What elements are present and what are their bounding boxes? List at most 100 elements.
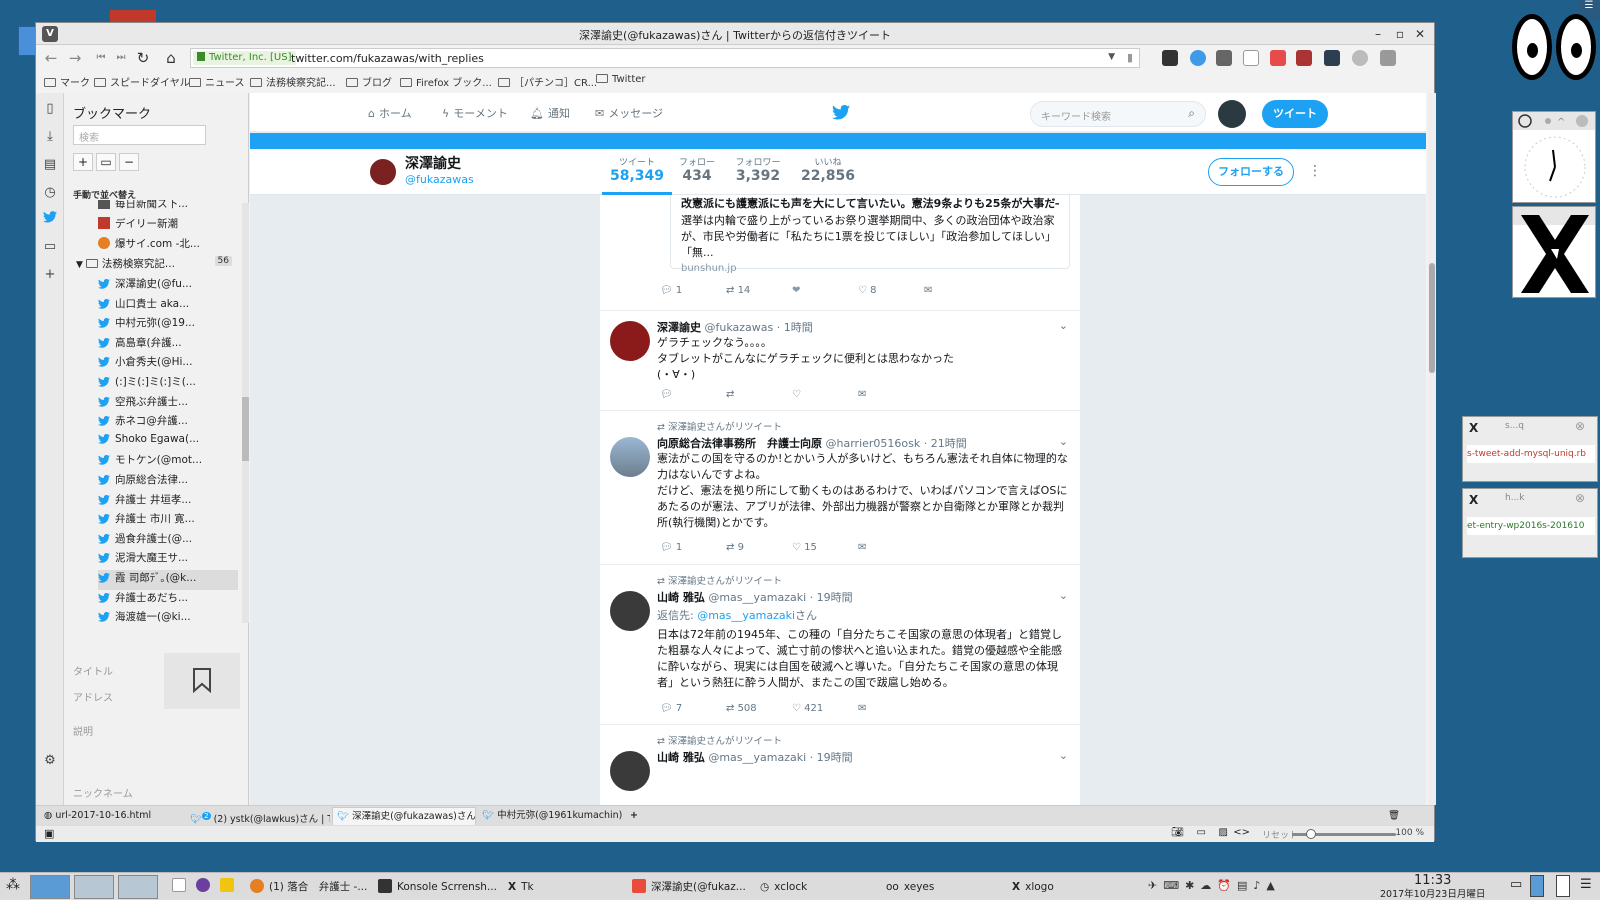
- url-text[interactable]: twitter.com/fukazawas/with_replies: [291, 52, 484, 65]
- bookmark-item[interactable]: 小倉秀夫(@Hi...: [98, 354, 192, 374]
- chevron-down-icon[interactable]: ▼: [1108, 52, 1115, 62]
- bookmark-scrollbar[interactable]: [242, 203, 249, 623]
- list-item[interactable]: 毎日新聞ス下...: [98, 200, 188, 216]
- list-item[interactable]: デイリー新潮: [98, 216, 178, 236]
- retweet-button[interactable]: ⇄ 9: [726, 542, 744, 553]
- ghostery-icon[interactable]: [1162, 50, 1178, 66]
- like-button[interactable]: ♡: [792, 389, 801, 400]
- bookmark-item[interactable]: ニュース: [189, 74, 245, 89]
- bookmark-item[interactable]: 海渡雄一(@ki...: [98, 609, 191, 629]
- reply-button[interactable]: 💬︎: [660, 389, 673, 400]
- reload-icon[interactable]: ↻: [134, 49, 152, 67]
- dm-button[interactable]: ✉: [858, 703, 866, 714]
- zoom-slider[interactable]: [1292, 829, 1396, 839]
- bookmark-item[interactable]: 弁護士あだち...: [98, 590, 188, 610]
- camera-icon[interactable]: 📷︎: [1171, 827, 1184, 838]
- bookmark-item[interactable]: 赤ネコ@弁護...: [98, 413, 188, 433]
- chevron-down-icon[interactable]: ⌄: [1059, 589, 1068, 602]
- app-icon[interactable]: [196, 878, 215, 892]
- bookmark-item[interactable]: マーク: [44, 74, 90, 89]
- forward-icon[interactable]: →: [66, 49, 84, 67]
- stat-followers[interactable]: フォロワー 3,392: [730, 155, 786, 184]
- tab-active[interactable]: 🐦︎ 深澤諭史(@fukazawas)さん |: [332, 807, 476, 825]
- bookmark-search-input[interactable]: 検索: [73, 125, 206, 145]
- show-desktop-icon[interactable]: ▭: [1510, 877, 1522, 892]
- bookmark-item[interactable]: 中村元弥(@19...: [98, 315, 195, 335]
- dm-button[interactable]: ✉: [858, 389, 866, 400]
- list-item[interactable]: 爆サイ.com -北...: [98, 236, 200, 256]
- back-icon[interactable]: ←: [42, 49, 60, 67]
- new-tab-button[interactable]: +: [626, 807, 642, 825]
- dm-button[interactable]: ✉: [858, 542, 866, 553]
- workspace-1[interactable]: [30, 875, 70, 899]
- close-icon[interactable]: ✕: [1412, 26, 1428, 42]
- history-icon[interactable]: ◷: [42, 185, 58, 201]
- retweet-button[interactable]: ⇄: [726, 389, 734, 400]
- dm-button[interactable]: ✉: [924, 285, 932, 296]
- url-bar[interactable]: Twitter, Inc. [US] twitter.com/fukazawas…: [190, 48, 1140, 68]
- menu-icon[interactable]: ☰: [1580, 877, 1592, 892]
- trash-icon[interactable]: 🗑︎: [1386, 807, 1402, 825]
- retweet-button[interactable]: ⇄ 14: [726, 285, 750, 296]
- like-button[interactable]: ♡ 15: [792, 542, 817, 553]
- bookmark-folder[interactable]: ▼ 法務検察究記... 56: [76, 256, 246, 276]
- remove-bookmark-button[interactable]: −: [119, 153, 139, 171]
- taskbar-clock[interactable]: 11:33 2017年10月23日月曜日: [1380, 873, 1485, 900]
- tweet[interactable]: ⇄ 深澤諭史さんがリツイート 向原総合法律事務所 弁護士向原 @harrier0…: [600, 411, 1080, 565]
- reader-icon[interactable]: [1216, 50, 1232, 66]
- search-icon[interactable]: ⌕: [1188, 106, 1195, 121]
- twitter-search-input[interactable]: キーワード検索 ⌕: [1030, 101, 1206, 127]
- avatar[interactable]: [610, 437, 650, 477]
- konsole-window-2[interactable]: X h...k ⊗ et-entry-wp2016s-201610: [1462, 488, 1598, 558]
- avatar[interactable]: [610, 751, 650, 791]
- app-icon[interactable]: [220, 878, 239, 892]
- page-scrollbar[interactable]: [1428, 93, 1436, 805]
- site-security-badge[interactable]: Twitter, Inc. [US]: [193, 51, 296, 65]
- notes-icon[interactable]: ▤: [42, 157, 58, 173]
- maximize-icon[interactable]: ▫: [1392, 26, 1408, 42]
- bookmark-item[interactable]: 法務検察究記...: [250, 74, 336, 89]
- avatar[interactable]: [610, 321, 650, 361]
- chevron-down-icon[interactable]: ⌄: [1059, 319, 1068, 332]
- bookmark-item[interactable]: スピードダイヤル: [94, 74, 190, 89]
- downloads-icon[interactable]: ⤓: [42, 129, 58, 145]
- bookmark-item[interactable]: 向原総合法律...: [98, 472, 188, 492]
- bookmark-item[interactable]: 弁護士 市川 寛...: [98, 511, 195, 531]
- like-button[interactable]: ♡ 8: [858, 285, 877, 296]
- bookmark-item[interactable]: ブログ: [346, 74, 392, 89]
- minimize-icon[interactable]: –: [1370, 26, 1386, 42]
- chevron-down-icon[interactable]: ⌄: [1059, 435, 1068, 448]
- konsole-window-1[interactable]: X s...q ⊗ s-tweet-add-mysql-uniq.rb: [1462, 416, 1598, 482]
- reply-button[interactable]: 💬︎ 1: [660, 542, 682, 553]
- avatar[interactable]: [610, 591, 650, 631]
- bookmark-item[interactable]: (:]ミ(:]ミ(:]ミ(...: [98, 374, 196, 394]
- file-icon[interactable]: [172, 878, 191, 892]
- desktop-folder-icon[interactable]: [110, 10, 156, 22]
- tweet[interactable]: ⇄ 深澤諭史さんがリツイート 山崎 雅弘 @mas__yamazaki · 19…: [600, 565, 1080, 725]
- nav-home[interactable]: ⌂ ホーム: [368, 105, 412, 121]
- bookmark-item[interactable]: Firefox ブック...: [400, 74, 492, 89]
- add-bookmark-button[interactable]: +: [73, 153, 93, 171]
- atom-icon[interactable]: [1352, 50, 1368, 66]
- page-icon[interactable]: ▭: [42, 239, 58, 255]
- taskbar-item[interactable]: 深澤諭史(@fukaz...: [632, 877, 746, 897]
- xlogo-window[interactable]: [1512, 206, 1596, 298]
- tweet-author[interactable]: 深澤諭史 @fukazawas · 1時間: [657, 319, 813, 335]
- extension-icon[interactable]: [1296, 50, 1312, 66]
- bookmark-item[interactable]: Shoko Egawa(...: [98, 433, 199, 453]
- twitter-bird-icon[interactable]: [832, 105, 850, 120]
- add-panel-icon[interactable]: +: [42, 267, 58, 283]
- bookmark-item[interactable]: 高島章(弁護...: [98, 335, 182, 355]
- stat-likes[interactable]: いいね 22,856: [798, 155, 858, 184]
- avatar[interactable]: [1218, 100, 1246, 128]
- bookmark-item[interactable]: 過食弁護士(@...: [98, 531, 192, 551]
- close-icon[interactable]: ⊗: [1575, 419, 1585, 433]
- pocket-icon[interactable]: [1270, 50, 1286, 66]
- bookmark-item[interactable]: モトケン(@mot...: [98, 452, 202, 472]
- twitter-panel-icon[interactable]: [42, 211, 58, 227]
- tweet-author[interactable]: 山崎 雅弘 @mas__yamazaki · 19時間: [657, 749, 853, 765]
- tweet-author[interactable]: 山崎 雅弘 @mas__yamazaki · 19時間: [657, 589, 853, 605]
- workspace-3[interactable]: [118, 875, 158, 899]
- nav-notifications[interactable]: 🔔︎ 通知: [530, 105, 570, 121]
- reply-button[interactable]: 💬︎ 7: [660, 703, 682, 714]
